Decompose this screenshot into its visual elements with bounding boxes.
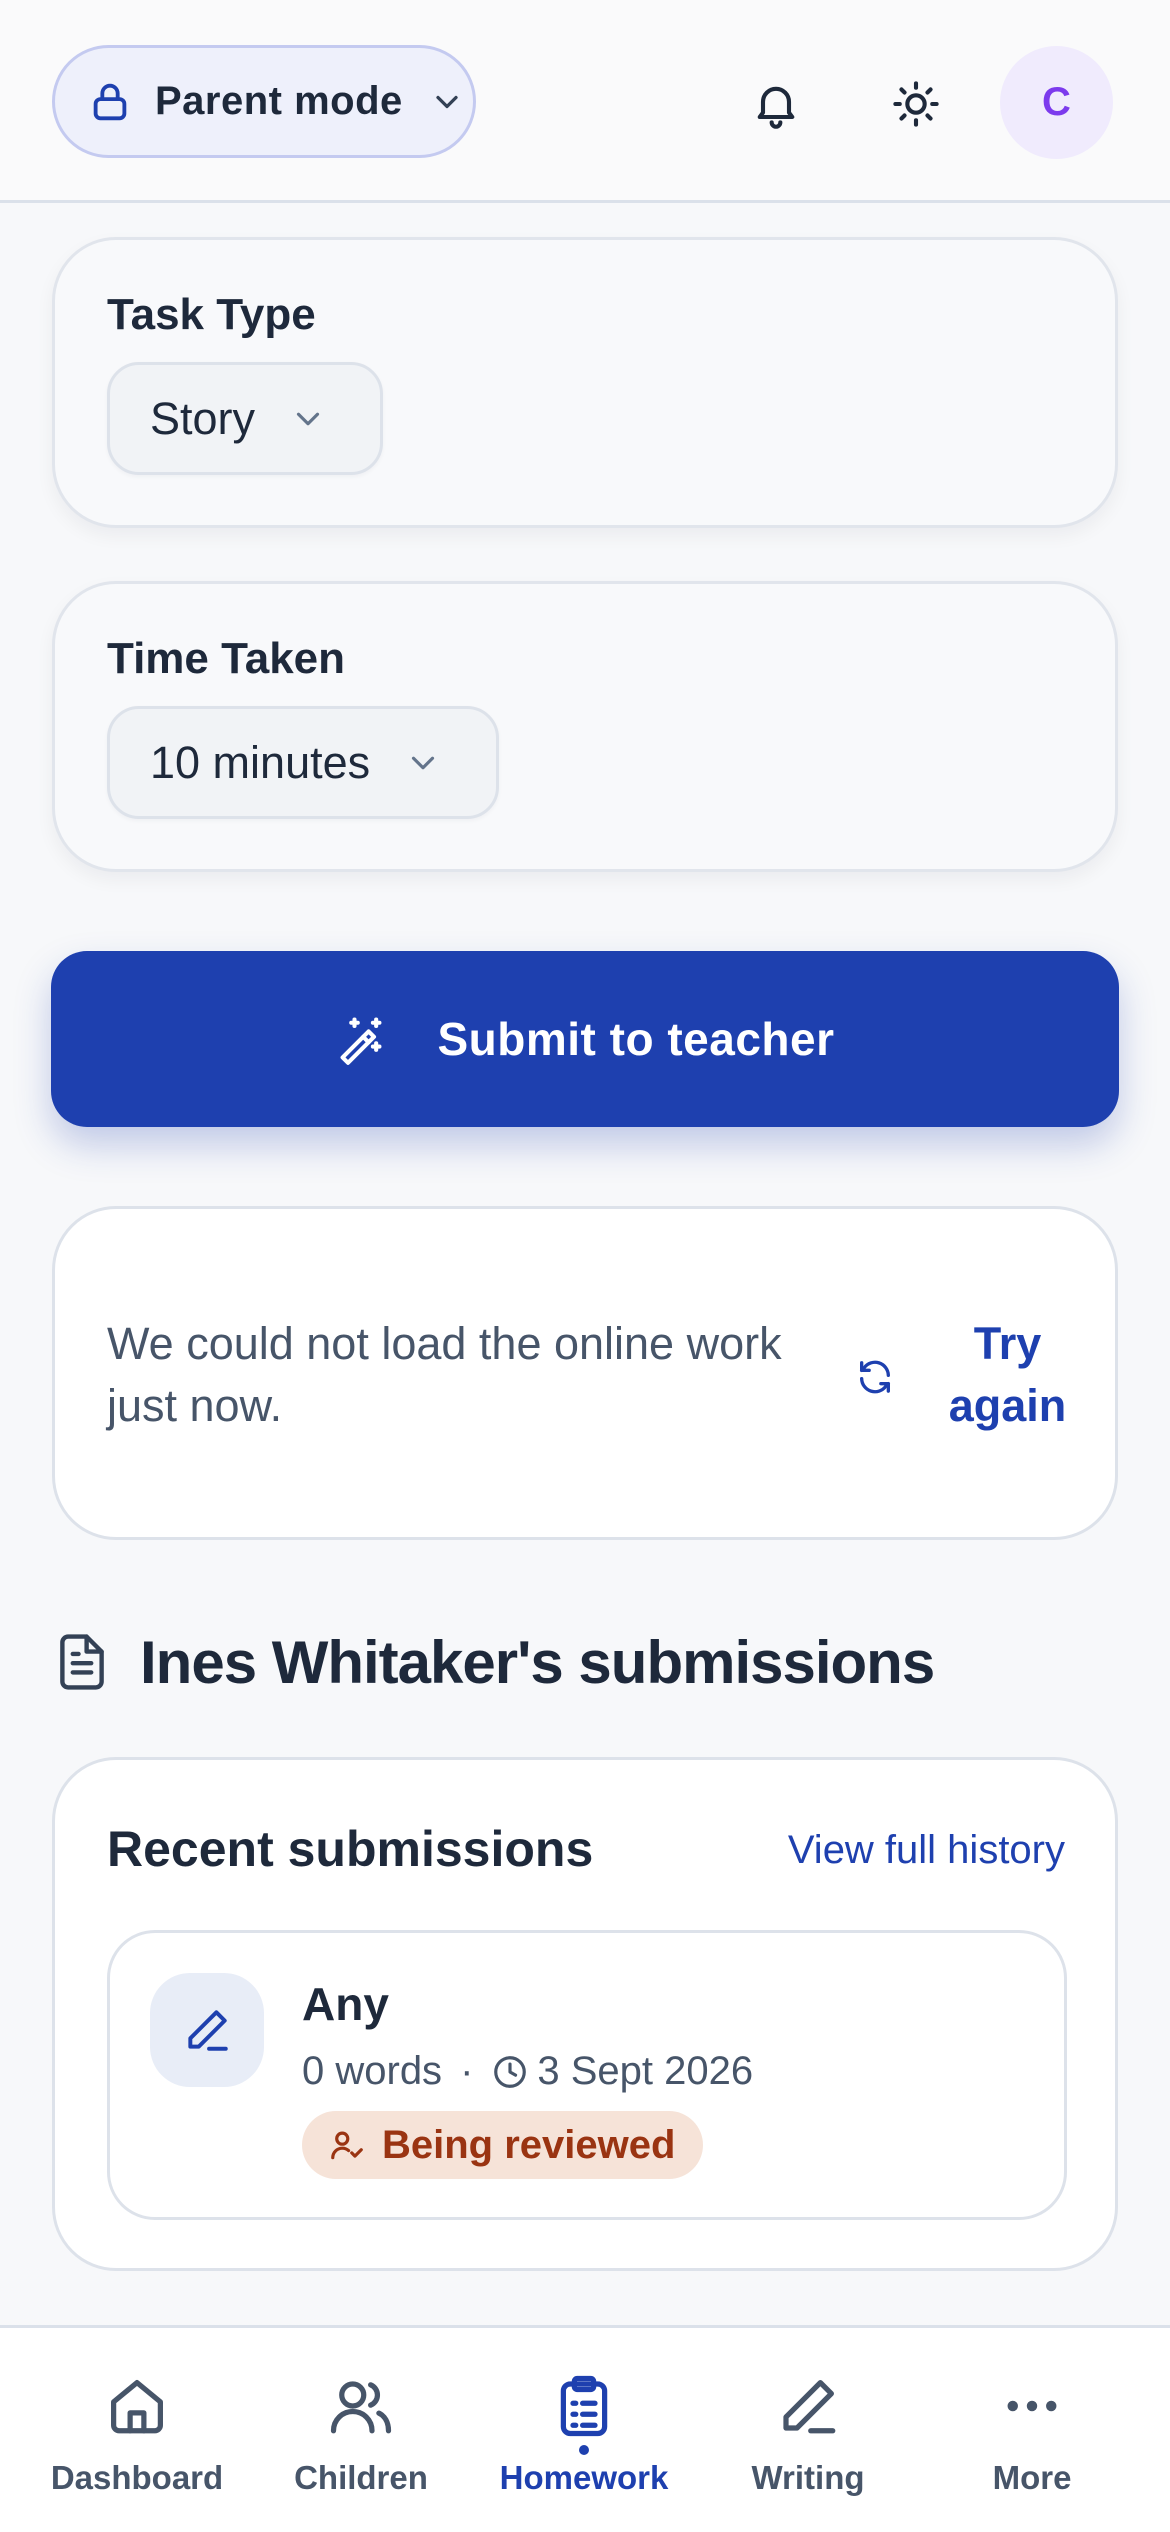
nav-label: More xyxy=(992,2459,1072,2496)
nav-children[interactable]: Children xyxy=(271,2328,451,2532)
status-label: Being reviewed xyxy=(382,2122,676,2167)
task-type-card: Task Type Story xyxy=(52,237,1118,528)
error-message: We could not load the online work just n… xyxy=(107,1318,782,1431)
recent-submissions-title: Recent submissions xyxy=(107,1821,594,1877)
top-bar: Parent mode C xyxy=(0,0,1170,203)
more-icon xyxy=(1007,2400,1057,2412)
time-taken-card: Time Taken 10 minutes xyxy=(52,581,1118,872)
chevron-down-icon xyxy=(436,95,458,108)
task-type-select[interactable]: Story xyxy=(107,362,383,475)
submission-name: Any xyxy=(302,1978,389,2030)
chevron-down-icon xyxy=(296,412,320,425)
bottom-nav: Dashboard Children Homework Writing More xyxy=(0,2325,1170,2532)
bell-icon[interactable] xyxy=(750,78,802,130)
submission-date: 3 Sept 2026 xyxy=(537,2049,754,2093)
lock-icon xyxy=(93,83,127,120)
document-icon xyxy=(60,1634,104,1690)
nav-label: Homework xyxy=(499,2459,669,2496)
time-taken-title: Time Taken xyxy=(107,634,346,683)
nav-label: Children xyxy=(294,2459,428,2496)
submit-label: Submit to teacher xyxy=(437,1013,835,1065)
avatar[interactable]: C xyxy=(1000,46,1113,159)
status-badge: Being reviewed xyxy=(302,2111,704,2179)
mode-label: Parent mode xyxy=(155,79,403,123)
task-type-value: Story xyxy=(150,392,256,444)
submission-icon-tile xyxy=(150,1973,264,2087)
sun-icon[interactable] xyxy=(890,78,942,130)
load-error-card: We could not load the online work just n… xyxy=(52,1206,1118,1540)
submit-to-teacher-button[interactable]: Submit to teacher xyxy=(51,951,1119,1127)
nav-more[interactable]: More xyxy=(942,2328,1122,2532)
clock-icon xyxy=(494,2055,527,2088)
magic-wand-icon xyxy=(341,1017,382,1065)
submission-item[interactable]: Any 0 words · 3 Sept 2026 Being reviewed xyxy=(107,1930,1067,2220)
recent-submissions-card: Recent submissions View full history Any… xyxy=(52,1757,1118,2271)
nav-label: Writing xyxy=(751,2459,865,2496)
submissions-heading: Ines Whitaker's submissions xyxy=(140,1629,935,1696)
nav-homework[interactable]: Homework xyxy=(494,2328,674,2532)
chevron-down-icon xyxy=(412,756,435,769)
pen-icon xyxy=(188,2010,228,2051)
time-taken-value: 10 minutes xyxy=(150,736,371,788)
pen-icon xyxy=(783,2380,836,2434)
time-taken-select[interactable]: 10 minutes xyxy=(107,706,499,819)
users-icon xyxy=(330,2381,392,2434)
nav-writing[interactable]: Writing xyxy=(718,2328,898,2532)
nav-label: Dashboard xyxy=(50,2459,224,2496)
parent-mode-switcher[interactable]: Parent mode xyxy=(52,45,476,158)
user-check-icon xyxy=(331,2131,363,2160)
submission-meta: 0 words · 3 Sept 2026 xyxy=(302,2049,753,2094)
try-again-button[interactable]: Try again xyxy=(915,1313,1100,1437)
meta-separator: · xyxy=(460,2049,474,2093)
word-count: 0 words xyxy=(302,2049,443,2093)
view-full-history-link[interactable]: View full history xyxy=(788,1828,1065,1873)
nav-dashboard[interactable]: Dashboard xyxy=(47,2328,227,2532)
refresh-icon[interactable] xyxy=(855,1357,895,1397)
task-type-title: Task Type xyxy=(107,290,316,339)
active-indicator xyxy=(579,2445,589,2455)
home-icon xyxy=(111,2380,163,2434)
clipboard-icon xyxy=(560,2375,608,2437)
